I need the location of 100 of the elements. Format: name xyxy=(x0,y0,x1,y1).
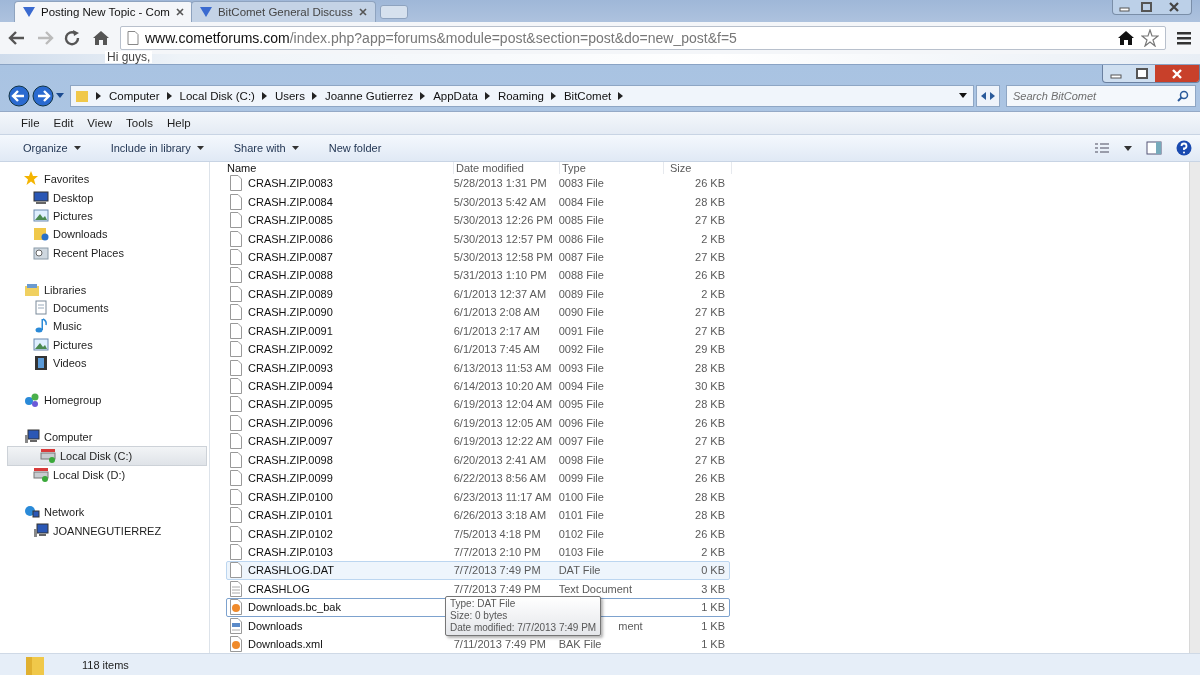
address-bar[interactable]: Computer Local Disk (C:) Users Joanne Gutierrez AppData Roaming BitComet xyxy=(70,85,974,107)
address-bar[interactable]: www.cometforums.com/index.php?app=forums&module=post&section=post&do=new_post&f=5 xyxy=(120,26,1166,50)
file-name[interactable]: CRASHLOG.DAT xyxy=(248,564,334,577)
chevron-icon[interactable] xyxy=(550,92,557,100)
command-button[interactable]: New folder xyxy=(319,139,391,157)
file-name[interactable]: Downloads.bc_bak xyxy=(248,601,341,614)
sidebar-item[interactable]: Homegroup xyxy=(0,390,207,410)
chevron-icon[interactable] xyxy=(618,92,625,100)
file-name[interactable]: CRASH.ZIP.0083 xyxy=(248,177,333,190)
sidebar-item[interactable]: Pictures xyxy=(0,335,207,354)
menu-item[interactable]: Tools xyxy=(119,117,160,129)
sidebar-item[interactable]: Local Disk (C:) xyxy=(7,445,207,467)
command-button[interactable]: Organize xyxy=(14,139,90,157)
chevron-icon[interactable] xyxy=(420,92,427,100)
menu-item[interactable]: View xyxy=(80,117,120,129)
file-name[interactable]: CRASH.ZIP.0102 xyxy=(248,527,333,540)
sidebar-item[interactable]: Downloads xyxy=(0,225,207,244)
breadcrumb-item[interactable]: Local Disk (C:) xyxy=(179,90,255,102)
file-name[interactable]: CRASH.ZIP.0097 xyxy=(248,435,333,448)
caret-icon[interactable] xyxy=(1124,145,1132,151)
close-icon[interactable] xyxy=(358,8,367,16)
file-name[interactable]: CRASH.ZIP.0103 xyxy=(248,545,333,558)
preview-pane-icon[interactable] xyxy=(1146,141,1162,155)
menu-item[interactable]: Edit xyxy=(46,117,81,129)
column-header[interactable]: Date modified xyxy=(454,162,560,174)
search-field[interactable]: Search BitComet xyxy=(1006,85,1196,107)
chevron-icon[interactable] xyxy=(166,92,173,100)
file-icon xyxy=(228,470,244,487)
file-name[interactable]: CRASH.ZIP.0088 xyxy=(248,269,333,282)
breadcrumb-item[interactable]: BitComet xyxy=(563,90,612,102)
file-name[interactable]: CRASH.ZIP.0091 xyxy=(248,324,333,337)
sidebar-item[interactable]: Desktop xyxy=(0,188,207,207)
column-header[interactable]: Size xyxy=(664,162,732,174)
sidebar-item[interactable]: Libraries xyxy=(0,280,207,299)
file-name[interactable]: CRASH.ZIP.0086 xyxy=(248,232,333,245)
menu-item[interactable]: File xyxy=(14,117,47,129)
date-text: 6/19/2013 12:22 AM xyxy=(453,435,553,448)
home-icon[interactable] xyxy=(1117,30,1135,46)
star-icon[interactable] xyxy=(1141,29,1159,47)
sidebar-item[interactable]: Videos xyxy=(0,353,207,373)
scrollbar[interactable] xyxy=(1189,162,1200,654)
close-icon[interactable] xyxy=(175,8,184,16)
help-icon[interactable] xyxy=(1176,140,1192,156)
file-name[interactable]: CRASH.ZIP.0100 xyxy=(248,490,333,503)
size-text: 2 KB xyxy=(701,232,725,245)
file-name[interactable]: CRASH.ZIP.0099 xyxy=(248,472,333,485)
file-name[interactable]: Downloads.xml xyxy=(248,638,323,651)
breadcrumb-item[interactable]: AppData xyxy=(433,90,478,102)
file-name[interactable]: CRASH.ZIP.0098 xyxy=(248,453,333,466)
text-file-icon xyxy=(228,580,244,597)
breadcrumb-item[interactable]: Users xyxy=(274,90,305,102)
file-name[interactable]: CRASH.ZIP.0101 xyxy=(248,509,333,522)
file-name[interactable]: CRASH.ZIP.0093 xyxy=(248,361,333,374)
file-name[interactable]: Downloads xyxy=(248,619,303,632)
chevron-icon[interactable] xyxy=(96,92,102,100)
home-icon[interactable] xyxy=(92,30,110,46)
date-text: 6/26/2013 3:18 AM xyxy=(453,509,547,522)
file-name[interactable]: CRASHLOG xyxy=(248,582,310,595)
sidebar-item[interactable]: Recent Places xyxy=(0,243,207,262)
file-name[interactable]: CRASH.ZIP.0095 xyxy=(248,398,333,411)
file-name[interactable]: CRASH.ZIP.0092 xyxy=(248,343,333,356)
browser-tab[interactable]: BitComet General Discuss xyxy=(190,1,376,22)
breadcrumb-item[interactable]: Computer xyxy=(109,90,160,102)
back-arrow-icon[interactable] xyxy=(8,30,26,46)
command-button[interactable]: Include in library xyxy=(101,139,213,157)
date-text: 5/28/2013 1:31 PM xyxy=(453,177,547,190)
command-button[interactable]: Share with xyxy=(224,139,308,157)
type-text: 0085 File xyxy=(558,214,604,227)
sidebar-item[interactable]: Documents xyxy=(0,298,207,318)
breadcrumb-item[interactable]: Joanne Gutierrez xyxy=(324,90,414,102)
file-name[interactable]: CRASH.ZIP.0084 xyxy=(248,195,333,208)
file-name[interactable]: CRASH.ZIP.0089 xyxy=(248,287,333,300)
sidebar-item[interactable]: JOANNEGUTIERREZ xyxy=(0,521,207,540)
caret-icon[interactable] xyxy=(959,93,967,99)
sidebar-item[interactable]: Network xyxy=(0,503,207,522)
chevron-icon[interactable] xyxy=(311,92,318,100)
close-icon[interactable] xyxy=(1155,65,1199,82)
sidebar-item[interactable]: Local Disk (D:) xyxy=(0,466,207,485)
file-name[interactable]: CRASH.ZIP.0087 xyxy=(248,250,333,263)
file-name[interactable]: CRASH.ZIP.0090 xyxy=(248,306,333,319)
sidebar-item[interactable]: Favorites xyxy=(0,170,207,189)
chevron-icon[interactable] xyxy=(261,92,268,100)
menu-icon[interactable] xyxy=(1176,31,1192,45)
file-name[interactable]: CRASH.ZIP.0094 xyxy=(248,380,333,393)
size-text: 0 KB xyxy=(701,564,725,577)
file-row[interactable]: CRASHLOG.DAT 7/7/2013 7:49 PM DAT File 0 KB xyxy=(226,561,730,580)
breadcrumb-item[interactable]: Roaming xyxy=(497,90,544,102)
chevron-icon[interactable] xyxy=(484,92,491,100)
column-header[interactable]: Type xyxy=(560,162,664,174)
sidebar-item[interactable]: Music xyxy=(0,317,207,336)
file-name[interactable]: CRASH.ZIP.0085 xyxy=(248,214,333,227)
search-icon[interactable] xyxy=(1177,90,1189,102)
menu-item[interactable]: Help xyxy=(159,117,198,129)
file-icon xyxy=(228,525,244,542)
sidebar-item[interactable]: Computer xyxy=(0,427,207,446)
reload-icon[interactable] xyxy=(64,30,82,46)
sidebar-item[interactable]: Pictures xyxy=(0,206,207,226)
file-name[interactable]: CRASH.ZIP.0096 xyxy=(248,416,333,429)
browser-tab[interactable]: Posting New Topic - Com xyxy=(14,1,193,22)
column-header[interactable]: Name xyxy=(226,162,454,174)
